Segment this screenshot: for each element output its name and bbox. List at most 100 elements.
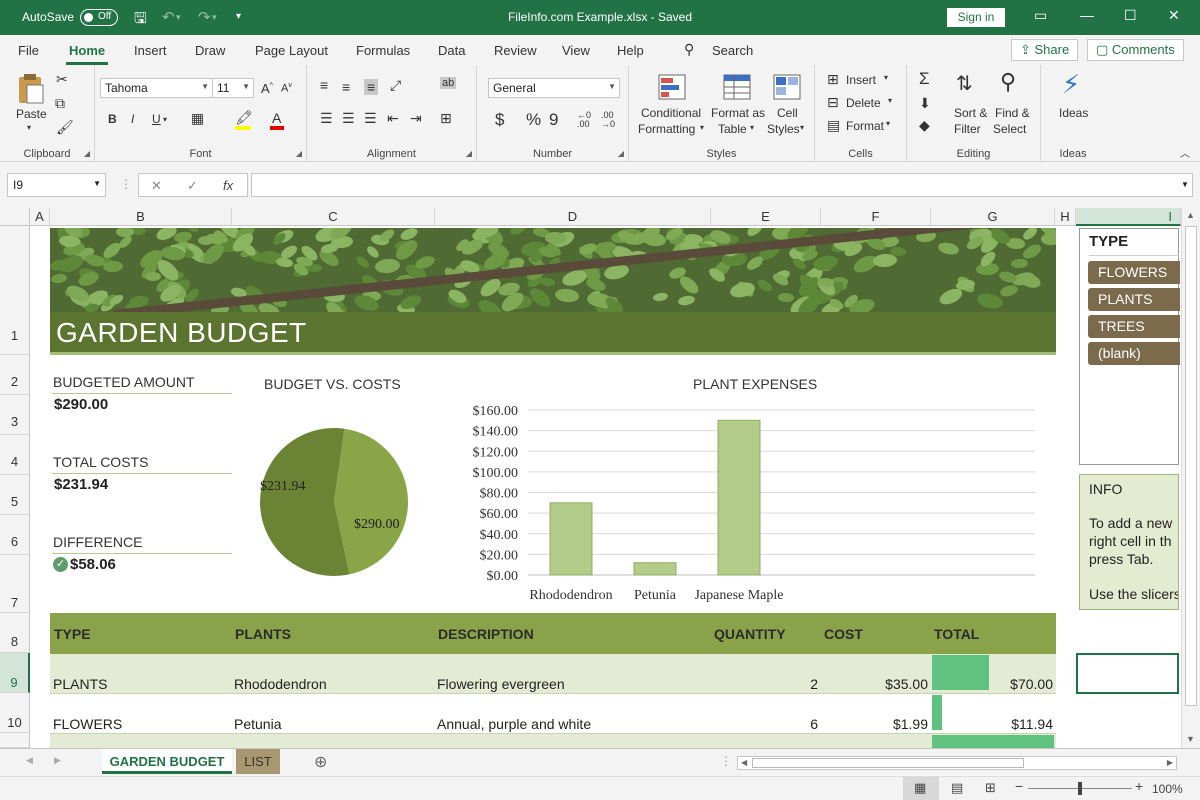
prev-sheet-icon[interactable]: ◀	[26, 755, 33, 766]
sheet-tab-garden-budget[interactable]: GARDEN BUDGET	[102, 749, 232, 774]
chevron-down-icon[interactable]: ▾	[884, 73, 888, 82]
underline-button[interactable]: U	[152, 112, 161, 126]
vertical-scrollbar[interactable]: ▲ ▼	[1181, 208, 1200, 748]
increase-indent-icon[interactable]: ⇥	[410, 110, 422, 127]
paste-button[interactable]: Paste	[16, 107, 47, 121]
autosum-icon[interactable]: Σ	[919, 69, 930, 89]
page-break-view-icon[interactable]: ⊞	[985, 780, 996, 796]
scroll-left-icon[interactable]: ◀	[741, 758, 747, 767]
name-box[interactable]: I9 ▼	[7, 173, 106, 197]
formula-input[interactable]	[251, 173, 1193, 197]
column-header-f[interactable]: F	[821, 208, 931, 226]
zoom-level[interactable]: 100%	[1152, 782, 1183, 796]
tab-insert[interactable]: Insert	[134, 43, 167, 58]
sign-in-button[interactable]: Sign in	[947, 8, 1005, 27]
search-icon[interactable]: ⚲	[684, 41, 694, 58]
ribbon-display-icon[interactable]: ▭	[1034, 7, 1047, 24]
cancel-icon[interactable]: ✕	[151, 178, 162, 194]
table-row[interactable]: FLOWERS Petunia Annual, purple and white…	[50, 694, 1056, 734]
tab-page-layout[interactable]: Page Layout	[255, 43, 328, 58]
format-painter-icon[interactable]: 🖌	[56, 119, 74, 136]
sort-filter-label-2[interactable]: Filter	[954, 122, 981, 136]
clear-icon[interactable]: ◆	[919, 117, 930, 134]
column-header-a[interactable]: A	[30, 208, 50, 226]
font-launcher-icon[interactable]: ◢	[296, 149, 302, 158]
row-header-6[interactable]: 6	[0, 515, 30, 555]
chevron-down-icon[interactable]: ▾	[886, 119, 890, 128]
format-cells-icon[interactable]: ▤	[827, 117, 840, 134]
chevron-down-icon[interactable]: ▾	[800, 123, 804, 132]
insert-cells-button[interactable]: Insert	[846, 73, 876, 87]
align-middle-icon[interactable]: ≡	[342, 79, 350, 95]
decrease-indent-icon[interactable]: ⇤	[387, 110, 399, 127]
comments-button[interactable]: ▢ Comments	[1087, 39, 1184, 61]
paste-icon[interactable]	[16, 73, 46, 105]
table-row[interactable]	[50, 734, 1056, 748]
scroll-down-icon[interactable]: ▼	[1186, 734, 1195, 744]
normal-view-button[interactable]: ▦	[903, 777, 939, 800]
plant-expenses-bar-chart[interactable]: $0.00 $20.00 $40.00 $60.00 $80.00 $100.00 $120…	[440, 395, 1050, 610]
row-header-11[interactable]	[0, 733, 30, 748]
align-bottom-icon[interactable]: ≡	[364, 79, 379, 95]
copy-icon[interactable]: ⧉	[55, 95, 65, 112]
header-quantity[interactable]: QUANTITY	[714, 626, 786, 642]
cell-styles-label-1[interactable]: Cell	[777, 106, 798, 120]
zoom-in-icon[interactable]: +	[1135, 778, 1143, 794]
ideas-button[interactable]: Ideas	[1059, 106, 1088, 120]
horizontal-scrollbar[interactable]: ◀ ▶	[737, 756, 1177, 770]
cell-styles-icon[interactable]	[772, 73, 802, 103]
column-header-h[interactable]: H	[1055, 208, 1076, 226]
next-sheet-icon[interactable]: ▶	[54, 755, 61, 766]
chevron-down-icon[interactable]: ▾	[750, 123, 754, 132]
currency-button[interactable]: $	[495, 110, 504, 130]
cut-icon[interactable]: ✂	[56, 71, 68, 88]
font-size-combo[interactable]: 11 ▼	[212, 78, 254, 98]
conditional-formatting-label-2[interactable]: Formatting	[638, 122, 695, 136]
column-header-c[interactable]: C	[232, 208, 435, 226]
conditional-formatting-icon[interactable]	[657, 73, 687, 103]
italic-button[interactable]: I	[131, 112, 134, 126]
row-header-5[interactable]: 5	[0, 475, 30, 515]
cell-styles-label-2[interactable]: Styles	[767, 122, 800, 136]
percent-button[interactable]: %	[526, 110, 541, 130]
tab-formulas[interactable]: Formulas	[356, 43, 410, 58]
paste-dropdown-icon[interactable]: ▾	[27, 123, 31, 132]
table-row[interactable]: PLANTS Rhododendron Flowering evergreen …	[50, 654, 1056, 694]
clipboard-launcher-icon[interactable]: ◢	[84, 149, 90, 158]
merge-center-icon[interactable]: ⊞	[440, 110, 452, 127]
row-header-10[interactable]: 10	[0, 693, 30, 733]
share-button[interactable]: ⇪ Share	[1011, 39, 1079, 61]
column-header-e[interactable]: E	[711, 208, 821, 226]
increase-decimal-icon[interactable]: ←0.00	[577, 111, 591, 129]
increase-font-icon[interactable]: A^	[261, 81, 273, 96]
font-name-combo[interactable]: Tahoma ▼	[100, 78, 213, 98]
header-type[interactable]: TYPE	[54, 626, 91, 642]
font-color-icon[interactable]: A	[272, 110, 281, 126]
find-select-label-2[interactable]: Select	[993, 122, 1026, 136]
search-box[interactable]: Search	[712, 43, 753, 58]
tab-draw[interactable]: Draw	[195, 43, 225, 58]
wrap-text-icon[interactable]: ab	[440, 77, 457, 89]
number-launcher-icon[interactable]: ◢	[618, 149, 624, 158]
insert-cells-icon[interactable]: ⊞	[827, 71, 839, 88]
number-format-combo[interactable]: General ▼	[488, 78, 620, 98]
zoom-slider-thumb[interactable]	[1078, 782, 1082, 795]
minimize-icon[interactable]: —	[1080, 7, 1094, 23]
fill-color-icon[interactable]: 🖍	[235, 109, 253, 126]
zoom-out-icon[interactable]: −	[1015, 778, 1023, 794]
header-plants[interactable]: PLANTS	[235, 626, 291, 642]
delete-cells-button[interactable]: Delete	[846, 96, 881, 110]
header-total[interactable]: TOTAL	[934, 626, 979, 642]
tab-view[interactable]: View	[562, 43, 590, 58]
scroll-up-icon[interactable]: ▲	[1186, 210, 1195, 220]
format-as-table-label-1[interactable]: Format as	[711, 106, 765, 120]
collapse-ribbon-icon[interactable]: ︿	[1180, 145, 1190, 160]
close-icon[interactable]: ✕	[1168, 7, 1180, 24]
comma-button[interactable]: 9	[549, 110, 558, 130]
format-as-table-icon[interactable]	[722, 73, 752, 103]
format-cells-button[interactable]: Format	[846, 119, 884, 133]
align-center-icon[interactable]: ☰	[342, 110, 355, 127]
row-header-2[interactable]: 2	[0, 355, 30, 395]
row-header-3[interactable]: 3	[0, 395, 30, 435]
scroll-thumb[interactable]	[1185, 226, 1197, 706]
